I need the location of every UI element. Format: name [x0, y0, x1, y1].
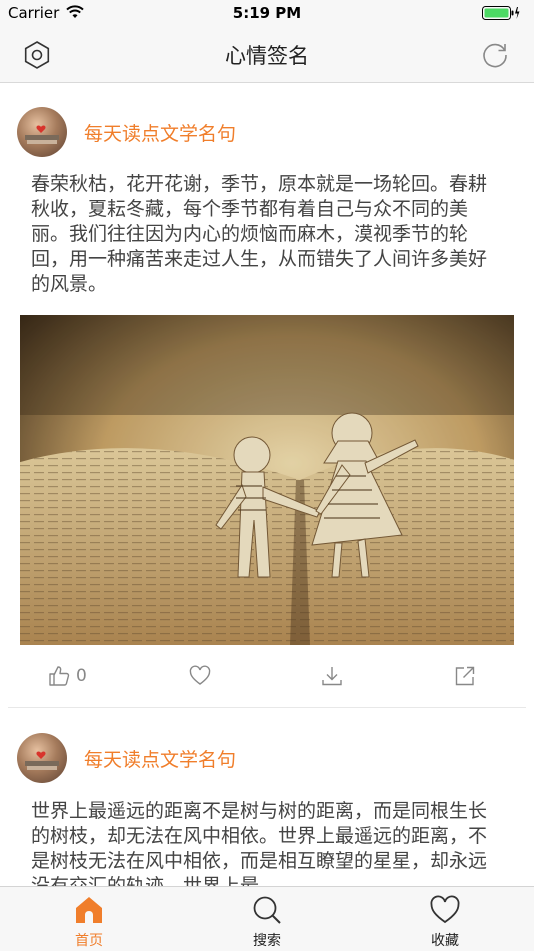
share-button[interactable] — [454, 665, 476, 687]
heart-icon — [189, 665, 211, 685]
download-button[interactable] — [321, 665, 343, 687]
like-button[interactable]: 0 — [48, 665, 87, 687]
tab-label: 收藏 — [431, 933, 459, 949]
search-icon — [253, 896, 281, 924]
home-icon — [76, 897, 102, 923]
avatar[interactable] — [17, 733, 67, 783]
tab-favorites[interactable]: 收藏 — [356, 887, 534, 951]
feed[interactable]: 每天读点文学名句 春荣秋枯，花开花谢，季节，原本就是一场轮回。春耕秋收，夏耘冬藏… — [0, 83, 534, 886]
battery-icon — [482, 6, 520, 20]
tab-label: 首页 — [75, 933, 103, 949]
avatar[interactable] — [17, 107, 67, 157]
divider — [8, 707, 526, 708]
tab-home[interactable]: 首页 — [0, 887, 178, 951]
author-name[interactable]: 每天读点文学名句 — [84, 745, 236, 772]
navigation-bar: 心情签名 — [0, 28, 534, 83]
heart-icon — [430, 895, 460, 924]
status-bar: Carrier 5:19 PM — [0, 0, 534, 28]
author-name[interactable]: 每天读点文学名句 — [84, 119, 236, 146]
favorite-button[interactable] — [189, 665, 211, 687]
clock: 5:19 PM — [232, 4, 302, 22]
post-image[interactable] — [20, 315, 514, 645]
post-text: 世界上最遥远的距离不是树与树的距离，而是同根生长的树枝，却无法在风中相依。世界上… — [31, 800, 488, 886]
page-title: 心情签名 — [225, 44, 309, 68]
post-text: 春荣秋枯，花开花谢，季节，原本就是一场轮回。春耕秋收，夏耘冬藏，每个季节都有着自… — [31, 173, 488, 295]
download-icon — [322, 667, 342, 686]
refresh-icon[interactable] — [480, 40, 510, 70]
thumbs-up-icon — [49, 666, 70, 686]
share-icon — [455, 666, 475, 686]
tab-label: 搜索 — [253, 933, 281, 949]
tab-bar: 首页 搜索 收藏 — [0, 886, 534, 951]
tab-search[interactable]: 搜索 — [178, 887, 356, 951]
like-count: 0 — [76, 666, 87, 686]
